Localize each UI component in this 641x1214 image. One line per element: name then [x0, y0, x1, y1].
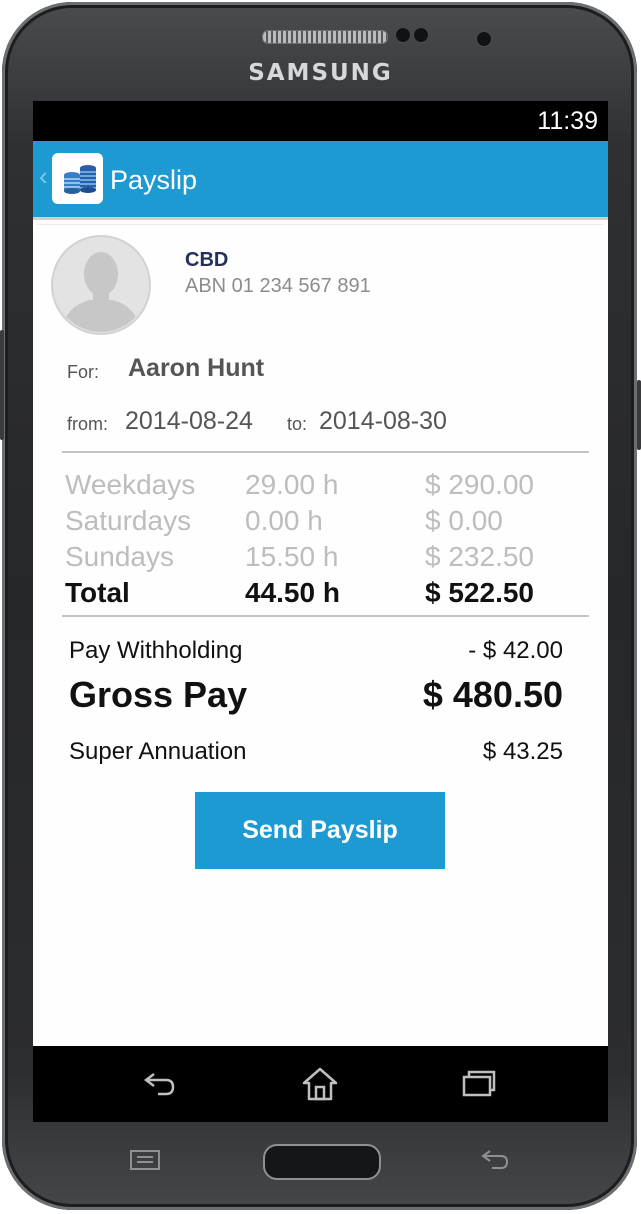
navigation-bar: [33, 1046, 608, 1122]
back-arrow-icon[interactable]: [140, 1066, 180, 1102]
day-label: Sundays: [65, 541, 174, 572]
payslip-card: CBD ABN 01 234 567 891 For: Aaron Hunt f…: [37, 224, 603, 1045]
to-label: to:: [287, 414, 308, 434]
menu-key-icon[interactable]: [128, 1147, 162, 1173]
total-hours: 44.50 h: [245, 577, 340, 608]
avatar: [50, 234, 152, 336]
content-area: CBD ABN 01 234 567 891 For: Aaron Hunt f…: [33, 220, 608, 1046]
company-abn: ABN 01 234 567 891: [185, 275, 371, 297]
chevron-left-icon[interactable]: ‹: [39, 163, 48, 189]
screen: 11:39 ‹ Payslip CBD ABN 01 234 567 891 F…: [33, 101, 608, 1122]
amount-value: $ 232.50: [425, 541, 534, 572]
proximity-sensor: [395, 27, 411, 43]
status-bar: 11:39: [33, 101, 608, 141]
total-row: Total 44.50 h $ 522.50: [65, 573, 585, 609]
divider: [62, 615, 589, 617]
back-key-icon[interactable]: [478, 1147, 512, 1173]
hours-value: 15.50 h: [245, 541, 339, 572]
app-title: Payslip: [110, 165, 198, 195]
day-label: Saturdays: [65, 505, 192, 536]
amount-value: $ 290.00: [425, 469, 534, 500]
person-silhouette-icon: [51, 235, 151, 335]
amount-value: $ 0.00: [425, 505, 503, 536]
brand-logo: SAMSUNG: [248, 60, 393, 86]
hours-value: 29.00 h: [245, 469, 339, 500]
super-value: $ 43.25: [482, 738, 563, 765]
table-row: Sundays 15.50 h $ 232.50: [65, 537, 585, 573]
from-label: from:: [67, 414, 109, 434]
home-key[interactable]: [263, 1144, 381, 1180]
from-date: 2014-08-24: [125, 407, 253, 435]
withholding-value: - $ 42.00: [468, 637, 563, 664]
gross-pay-value: $ 480.50: [422, 674, 563, 715]
hours-value: 0.00 h: [245, 505, 323, 536]
send-payslip-button[interactable]: Send Payslip: [195, 792, 445, 869]
gross-pay-row: Gross Pay $ 480.50: [69, 674, 563, 720]
total-amount: $ 522.50: [425, 577, 534, 608]
light-sensor: [413, 27, 429, 43]
coin-stack-icon[interactable]: [52, 153, 103, 204]
for-label: For:: [67, 362, 100, 382]
divider: [62, 451, 589, 453]
employee-name: Aaron Hunt: [128, 354, 265, 382]
earpiece-speaker: [262, 30, 388, 44]
volume-button[interactable]: [637, 380, 641, 450]
gross-pay-label: Gross Pay: [69, 674, 248, 715]
withholding-label: Pay Withholding: [69, 637, 243, 664]
company-name: CBD: [185, 249, 229, 271]
power-button[interactable]: [0, 330, 4, 440]
day-label: Weekdays: [65, 469, 196, 500]
total-label: Total: [65, 577, 130, 608]
withholding-row: Pay Withholding - $ 42.00: [69, 637, 563, 667]
table-row: Weekdays 29.00 h $ 290.00: [65, 465, 585, 501]
hours-table: Weekdays 29.00 h $ 290.00 Saturdays 0.00…: [65, 465, 585, 609]
status-clock: 11:39: [537, 107, 598, 135]
front-camera: [476, 31, 492, 47]
app-bar: ‹ Payslip: [33, 141, 608, 220]
table-row: Saturdays 0.00 h $ 0.00: [65, 501, 585, 537]
home-icon[interactable]: [300, 1066, 340, 1102]
super-row: Super Annuation $ 43.25: [69, 738, 563, 768]
super-label: Super Annuation: [69, 738, 247, 765]
to-date: 2014-08-30: [319, 407, 447, 435]
recent-apps-icon[interactable]: [458, 1066, 498, 1102]
